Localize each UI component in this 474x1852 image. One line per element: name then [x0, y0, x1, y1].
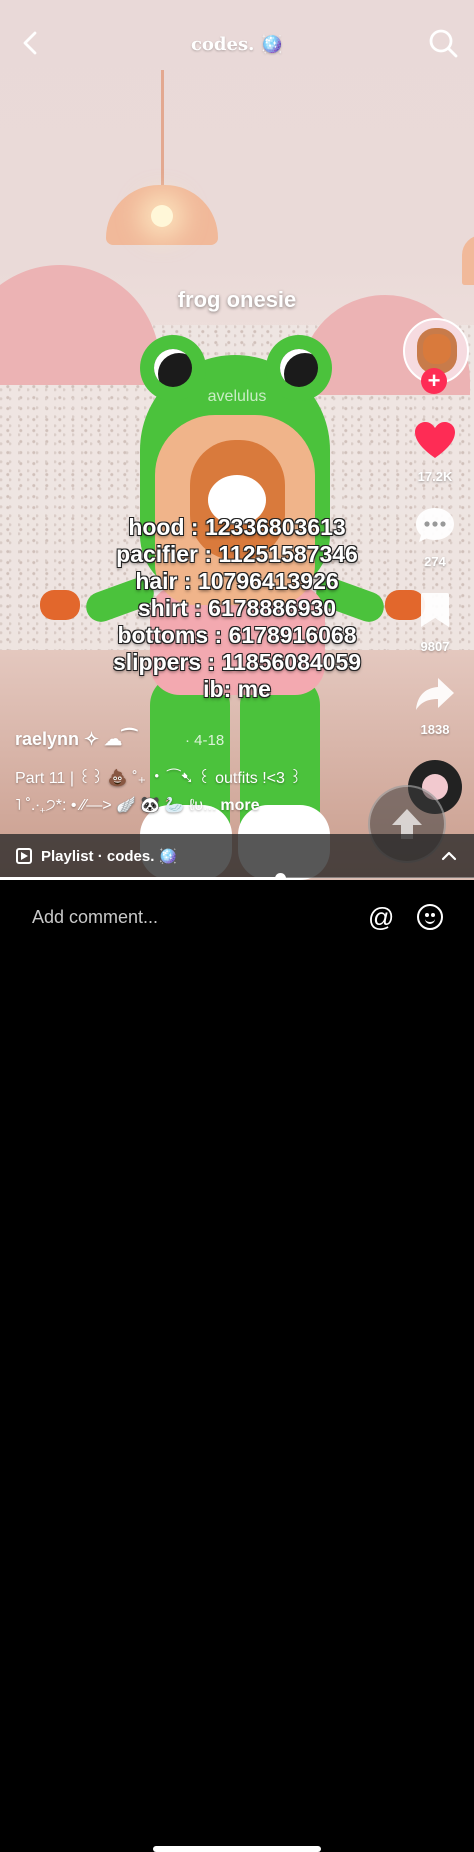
share-icon [416, 678, 454, 710]
playlist-title: codes. 🪩 [190, 34, 284, 55]
code-line: bottoms : 6178916068 [117, 622, 357, 648]
home-indicator [153, 1846, 321, 1852]
post-description: ˥ ˚.‧₊੭*: • ⁄⁄—> 🪽 🐼 🦢 ℓυ... more [15, 795, 260, 815]
share-button[interactable]: 1838 [405, 675, 465, 737]
chevron-up-icon[interactable] [440, 847, 458, 865]
heart-icon [415, 422, 455, 458]
code-line: hair : 10796413926 [135, 568, 339, 594]
like-count: 17.2K [417, 469, 453, 484]
save-button[interactable]: 9807 [405, 590, 465, 654]
creator-name[interactable]: raelynn ✧ ☁⁀ [15, 729, 137, 750]
code-line: shirt : 6178886930 [137, 595, 337, 621]
video-watermark: avelulus [207, 388, 267, 405]
lamp-shade [462, 235, 474, 285]
code-line: ib: me [203, 676, 271, 702]
share-count: 1838 [420, 722, 450, 737]
video-caption: frog onesie [177, 287, 297, 312]
comment-count: 274 [424, 554, 446, 569]
like-button[interactable]: 17.2K [405, 420, 465, 484]
comment-bar: Add comment... @ [0, 880, 474, 1852]
outfit-codes: hood : 12336803613 pacifier : 1125158734… [0, 514, 474, 703]
playlist-icon [16, 848, 32, 864]
search-icon[interactable] [426, 26, 460, 60]
save-count: 9807 [420, 639, 450, 654]
avatar-face [423, 334, 451, 364]
post-description-text: ˥ ˚.‧₊੭*: • ⁄⁄—> 🪽 🐼 🦢 ℓυ... [15, 797, 217, 814]
at-icon[interactable]: @ [368, 902, 394, 933]
emoji-icon[interactable] [417, 904, 443, 930]
top-bar: codes. 🪩 [0, 20, 474, 70]
post-description: Part 11 | ꒰꒱ 💩 ˚₊ ‧ ⁀➷ ꒰ outfits !<3 ꒱ [15, 770, 302, 787]
comment-input[interactable]: Add comment... [32, 907, 158, 928]
playlist-bar[interactable]: Playlist · codes. 🪩 [0, 834, 474, 878]
code-line: pacifier : 11251587346 [116, 541, 358, 567]
lamp-bulb [151, 205, 173, 227]
playlist-label: Playlist · codes. 🪩 [41, 848, 178, 865]
more-link[interactable]: more [220, 797, 259, 814]
comment-button[interactable]: 274 [405, 505, 465, 569]
code-line: slippers : 11856084059 [112, 649, 362, 675]
follow-button[interactable]: + [421, 368, 447, 394]
code-line: hood : 12336803613 [128, 514, 346, 540]
bookmark-icon [421, 593, 449, 627]
comment-icon [416, 508, 454, 542]
post-date: · 4-18 [185, 732, 225, 749]
lamp-cord [161, 70, 164, 190]
